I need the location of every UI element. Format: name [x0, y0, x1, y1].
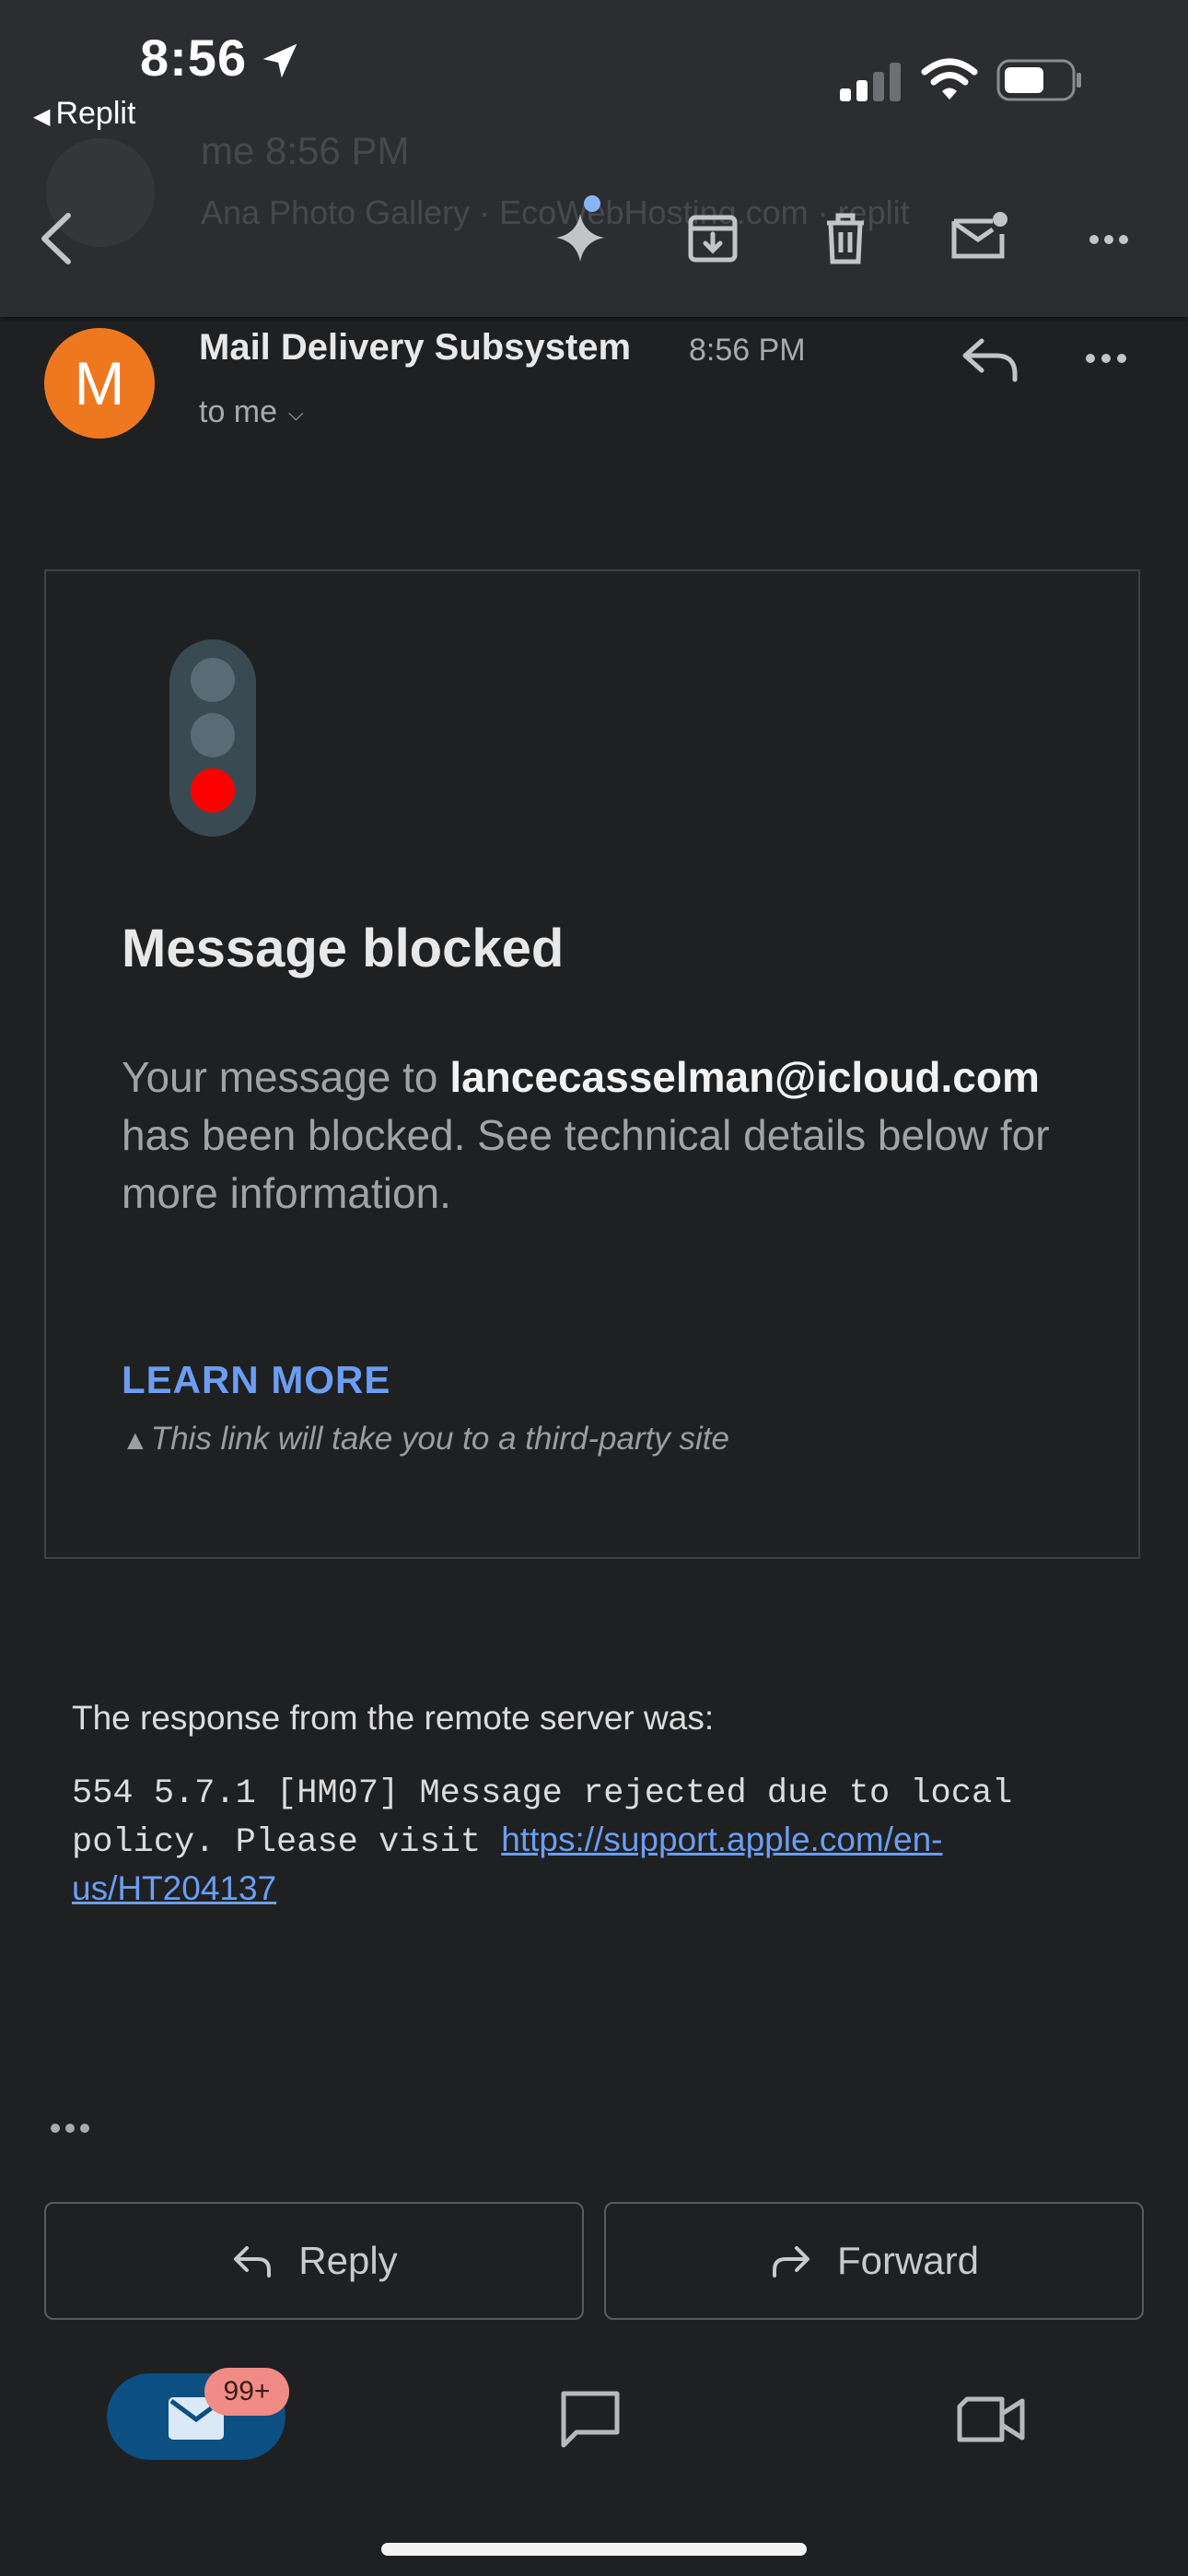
sender-name: Mail Delivery Subsystem: [199, 327, 632, 368]
meet-icon[interactable]: [954, 2392, 1030, 2447]
more-icon[interactable]: [1081, 205, 1147, 271]
wifi-icon: [921, 58, 978, 100]
battery-icon: [996, 59, 1081, 101]
gemini-sparkle-icon[interactable]: [547, 205, 613, 271]
card-body: Your message to lancecasselman@icloud.co…: [122, 1053, 1050, 1217]
traffic-light-icon: [169, 639, 256, 837]
sparkle-dot: [584, 195, 600, 212]
reply-icon: [234, 2246, 272, 2277]
avatar[interactable]: M: [44, 328, 155, 439]
third-party-warning: ▲This link will take you to a third-part…: [122, 1421, 729, 1457]
trash-icon[interactable]: [812, 205, 879, 271]
back-to-app-link[interactable]: ◀ Replit: [33, 96, 135, 132]
response-label: The response from the remote server was:: [72, 1699, 715, 1737]
unread-count-badge: 99+: [204, 2368, 289, 2416]
learn-more-link[interactable]: LEARN MORE: [122, 1358, 390, 1402]
forward-icon: [772, 2246, 809, 2277]
reply-icon[interactable]: [958, 335, 1022, 383]
cellular-signal-icon: [840, 63, 901, 101]
status-time: 8:56: [140, 29, 248, 87]
card-title: Message blocked: [122, 919, 565, 978]
warning-icon: ▲: [122, 1425, 149, 1456]
location-arrow-icon: [262, 43, 297, 78]
back-icon[interactable]: [31, 208, 87, 269]
archive-icon[interactable]: [680, 205, 746, 271]
recipient-address: lancecasselman@icloud.com: [449, 1053, 1040, 1101]
home-indicator[interactable]: [381, 2543, 807, 2556]
show-trimmed-content-icon[interactable]: [48, 2112, 99, 2145]
response-code: 554 5.7.1 [HM07] Message rejected due to…: [72, 1774, 1013, 1907]
recipient-details-toggle[interactable]: to me ⌵: [199, 394, 304, 430]
chat-icon[interactable]: [556, 2386, 624, 2453]
sent-time: 8:56 PM: [689, 333, 806, 368]
message-more-icon[interactable]: [1081, 345, 1138, 372]
forward-button[interactable]: Forward: [604, 2202, 1144, 2320]
reply-button[interactable]: Reply: [44, 2202, 584, 2320]
mark-unread-icon[interactable]: [945, 205, 1011, 271]
